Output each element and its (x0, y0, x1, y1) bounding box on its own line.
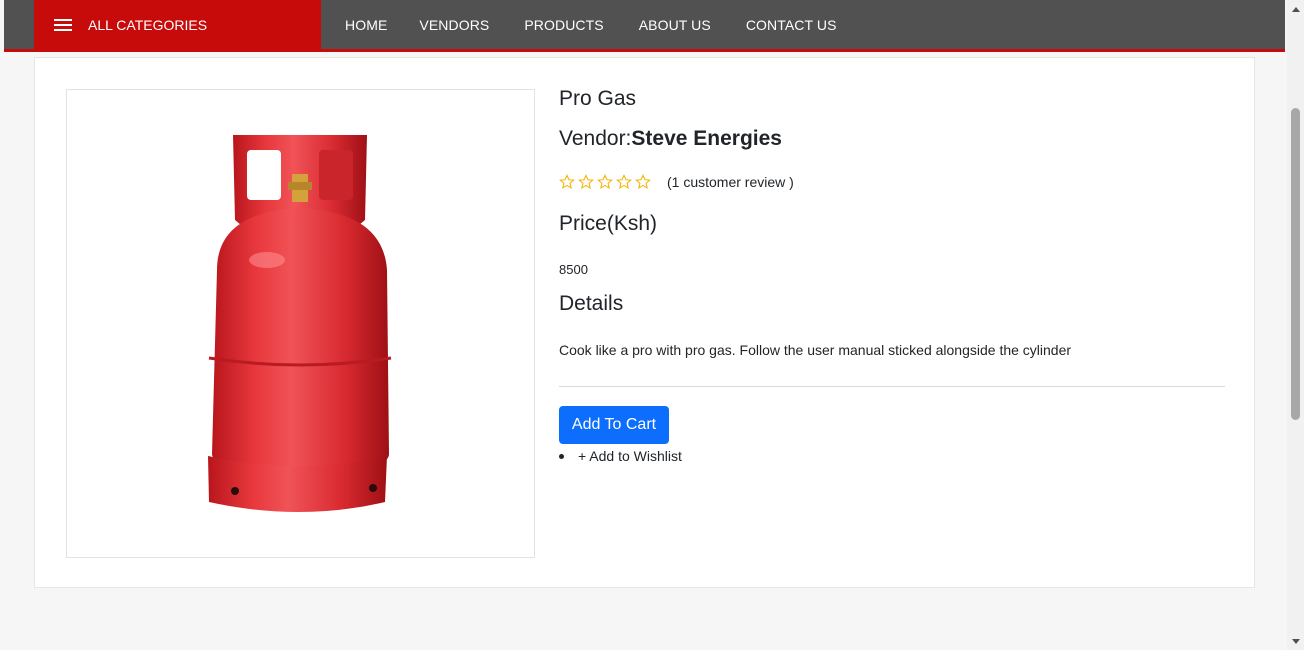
nav-link-about-us[interactable]: ABOUT US (639, 17, 711, 33)
price-value: 8500 (559, 262, 588, 277)
star-icon[interactable] (635, 174, 651, 190)
rating-stars (559, 174, 654, 190)
nav-link-products[interactable]: PRODUCTS (524, 17, 603, 33)
nav-link-contact-us[interactable]: CONTACT US (746, 17, 837, 33)
scroll-down-icon[interactable] (1287, 633, 1304, 650)
star-icon[interactable] (578, 174, 594, 190)
all-categories-button[interactable]: ALL CATEGORIES (34, 0, 321, 49)
review-count[interactable]: (1 customer review ) (667, 174, 794, 190)
price-heading: Price(Ksh) (559, 212, 658, 235)
hamburger-icon (54, 18, 72, 31)
product-card: Pro Gas Vendor:Steve Energies (1 custome… (34, 57, 1255, 588)
all-categories-label: ALL CATEGORIES (88, 16, 208, 33)
nav-link-vendors[interactable]: VENDORS (419, 17, 489, 33)
star-icon[interactable] (559, 174, 575, 190)
product-vendor: Vendor:Steve Energies (559, 127, 782, 151)
product-description: Cook like a pro with pro gas. Follow the… (559, 342, 1072, 358)
wishlist-item: + Add to Wishlist (559, 448, 682, 464)
scrollbar-thumb[interactable] (1291, 108, 1300, 420)
top-navbar: ALL CATEGORIES HOME VENDORS PRODUCTS ABO… (4, 0, 1285, 52)
nav-link-home[interactable]: HOME (345, 17, 387, 33)
page: ALL CATEGORIES HOME VENDORS PRODUCTS ABO… (0, 0, 1287, 650)
vendor-name: Steve Energies (631, 127, 782, 150)
star-icon[interactable] (597, 174, 613, 190)
nav-links: HOME VENDORS PRODUCTS ABOUT US CONTACT U… (345, 0, 869, 49)
vertical-scrollbar[interactable] (1287, 0, 1304, 650)
vendor-prefix: Vendor: (559, 127, 632, 150)
gas-cylinder-image (208, 135, 392, 512)
add-to-cart-button[interactable]: Add To Cart (559, 406, 669, 444)
scroll-up-icon[interactable] (1287, 0, 1304, 17)
divider (559, 386, 1225, 387)
product-image (66, 89, 535, 558)
add-to-wishlist-link[interactable]: + Add to Wishlist (578, 448, 682, 464)
details-heading: Details (559, 292, 624, 315)
bullet-icon (559, 453, 564, 459)
product-rating: (1 customer review ) (559, 174, 794, 190)
product-title: Pro Gas (559, 87, 637, 110)
star-icon[interactable] (616, 174, 632, 190)
